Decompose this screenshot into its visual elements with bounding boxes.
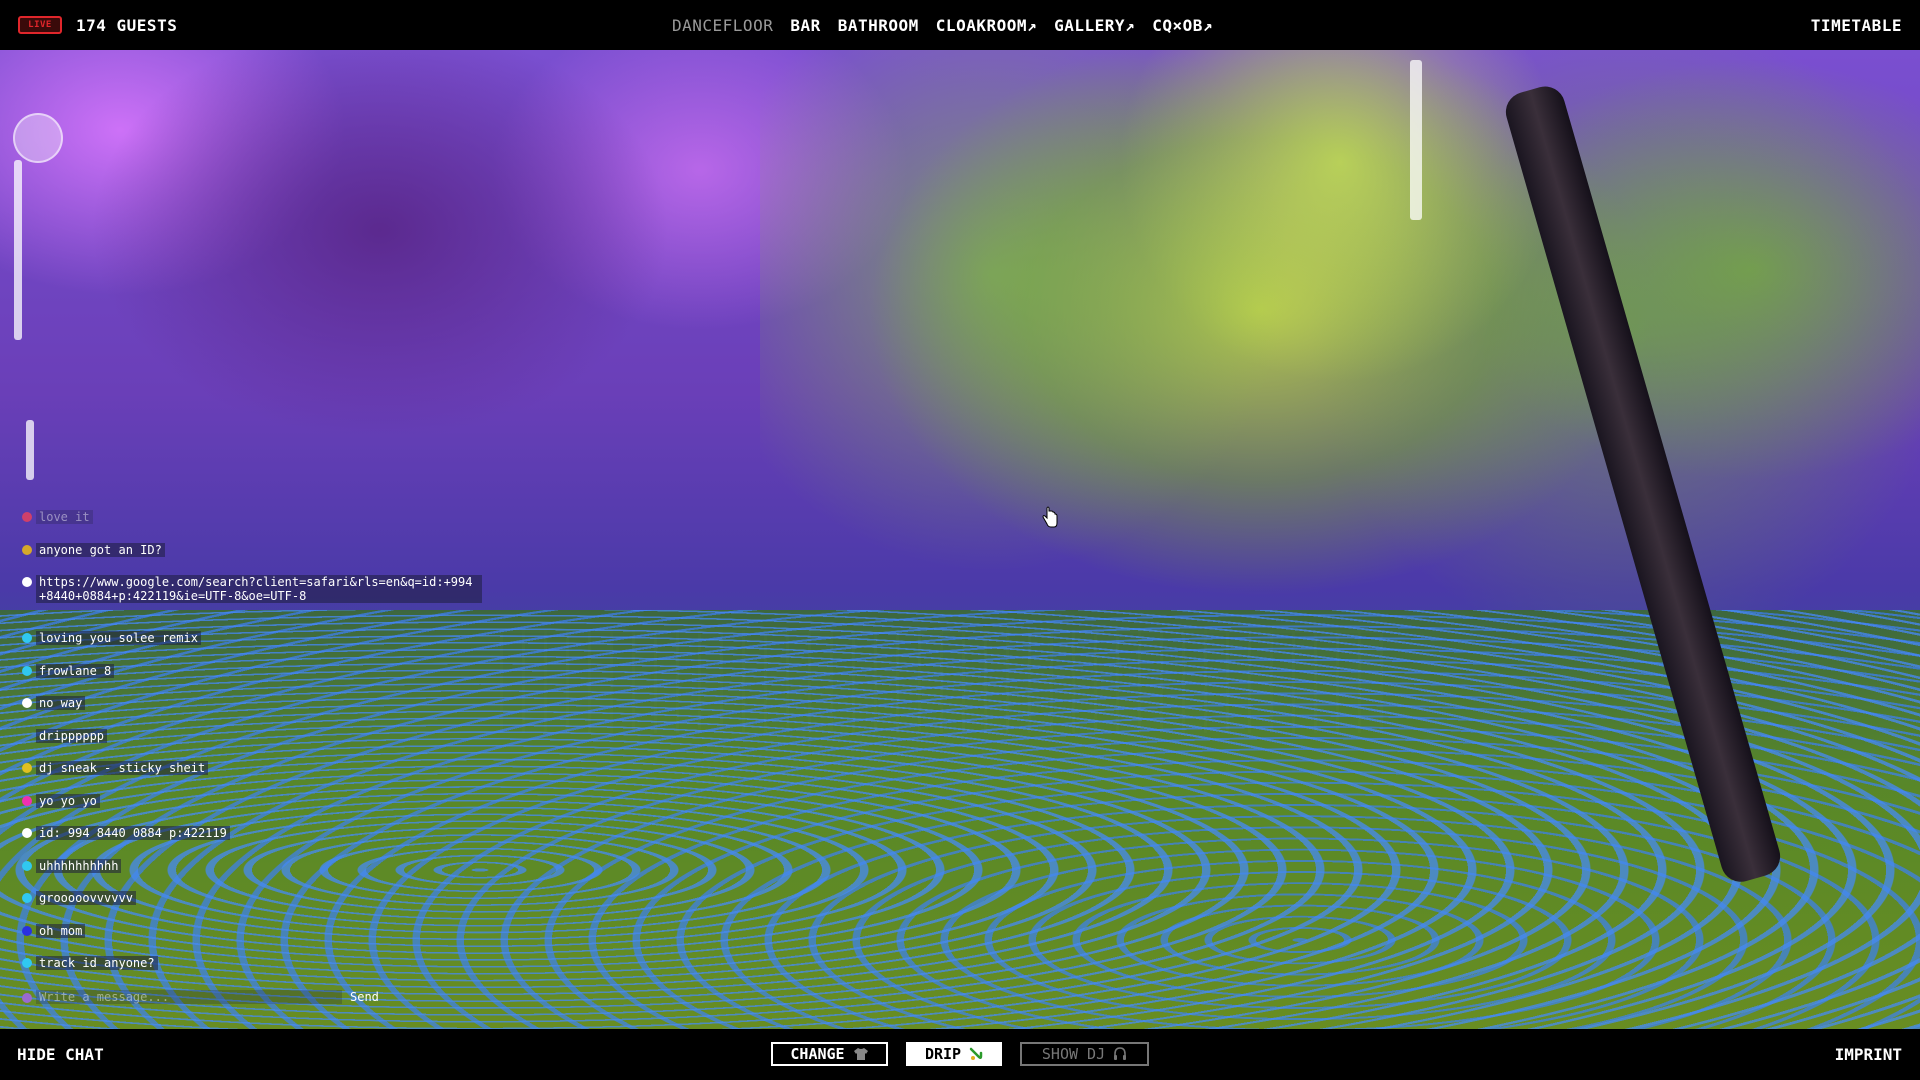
bottom-bar: HIDE CHAT CHANGE DRIP SHOW DJ IMPRINT — [0, 1029, 1920, 1080]
timetable-link[interactable]: TIMETABLE — [1811, 16, 1902, 35]
user-dot — [22, 544, 32, 555]
chat-message: grooooovvvvvv — [22, 891, 502, 924]
nav-cloakroom[interactable]: CLOAKROOM↗ — [936, 16, 1037, 35]
user-dot — [22, 893, 32, 903]
chat-message: anyone got an ID? — [22, 542, 502, 576]
chat-message: frowlane 8 — [22, 663, 502, 697]
chat-message: no way — [22, 696, 502, 729]
chat-message-text: yo yo yo — [36, 793, 100, 808]
light-pillar — [1410, 60, 1422, 220]
drip-button[interactable]: DRIP — [906, 1042, 1002, 1066]
user-dot — [22, 992, 32, 1003]
user-dot — [22, 512, 32, 522]
chat-message: oh mom — [22, 923, 502, 957]
chat-message: loving you solee remix — [22, 631, 502, 664]
user-dot — [22, 958, 32, 968]
show-dj-button[interactable]: SHOW DJ — [1020, 1042, 1149, 1066]
hide-chat-button[interactable]: HIDE CHAT — [17, 1045, 104, 1064]
chat-message-text: loving you solee remix — [36, 631, 201, 645]
chat-message: yo yo yo — [22, 793, 502, 827]
chat-message-text: oh mom — [36, 923, 86, 938]
chat-message-text: no way — [36, 696, 86, 710]
chat-message-text: dripppppp — [36, 728, 108, 743]
imprint-link[interactable]: IMPRINT — [1835, 1045, 1902, 1064]
chat-message-text: dj sneak - sticky sheit — [36, 761, 209, 775]
user-dot — [22, 698, 32, 708]
chat-message: uhhhhhhhhhh — [22, 858, 502, 892]
nav-bathroom[interactable]: BATHROOM — [838, 16, 919, 35]
nav-bar[interactable]: BAR — [790, 16, 820, 35]
show-dj-button-label: SHOW DJ — [1041, 1045, 1106, 1063]
change-button-label: CHANGE — [790, 1045, 845, 1063]
chat-message: id: 994 8440 0884 p:422119 — [22, 826, 502, 859]
chat-message-text: uhhhhhhhhhh — [36, 858, 122, 873]
drip-button-label: DRIP — [924, 1045, 962, 1063]
chat-input-row: Send — [22, 985, 502, 1009]
user-dot — [22, 577, 32, 587]
hand-cursor-icon — [1042, 506, 1058, 528]
light-pillar — [14, 160, 22, 340]
chat-message-text: grooooovvvvvv — [36, 891, 136, 905]
user-dot — [22, 828, 32, 838]
shirt-icon — [853, 1048, 868, 1060]
user-dot — [22, 665, 32, 676]
chat-message: dj sneak - sticky sheit — [22, 761, 502, 794]
chat-message-text: frowlane 8 — [36, 663, 115, 678]
chat-message-text: love it — [36, 510, 93, 524]
light-pillar — [26, 420, 34, 480]
chat-message: dripppppp — [22, 728, 502, 762]
user-dot — [22, 860, 32, 871]
headphones-icon — [1114, 1047, 1127, 1060]
nav-dancefloor[interactable]: DANCEFLOOR — [672, 16, 773, 35]
nav-cqxob[interactable]: CQ×OB↗ — [1152, 16, 1213, 35]
nav-gallery[interactable]: GALLERY↗ — [1054, 16, 1135, 35]
joystick-orb[interactable] — [13, 113, 63, 163]
live-badge: LIVE — [18, 16, 62, 34]
chat-message-text: track id anyone? — [36, 956, 158, 970]
chat-panel: love it anyone got an ID? https://www.go… — [22, 510, 502, 1009]
chat-message-link[interactable]: https://www.google.com/search?client=saf… — [36, 575, 482, 603]
chat-message-input[interactable] — [36, 989, 342, 1004]
user-dot — [22, 795, 32, 806]
guest-count: 174 GUESTS — [76, 15, 178, 35]
chat-message-text: anyone got an ID? — [36, 542, 165, 557]
user-dot — [22, 763, 32, 773]
chat-message: https://www.google.com/search?client=saf… — [22, 575, 502, 631]
user-dot — [22, 925, 32, 936]
chat-message: love it — [22, 510, 502, 543]
send-button[interactable]: Send — [350, 990, 379, 1004]
top-bar: LIVE 174 GUESTS DANCEFLOOR BAR BATHROOM … — [0, 0, 1920, 50]
tree-foliage — [760, 50, 1920, 610]
change-outfit-button[interactable]: CHANGE — [771, 1042, 888, 1066]
drip-icon — [969, 1047, 983, 1060]
chat-message-text: id: 994 8440 0884 p:422119 — [36, 826, 230, 840]
main-nav: DANCEFLOOR BAR BATHROOM CLOAKROOM↗ GALLE… — [672, 0, 1213, 50]
user-dot — [22, 633, 32, 643]
